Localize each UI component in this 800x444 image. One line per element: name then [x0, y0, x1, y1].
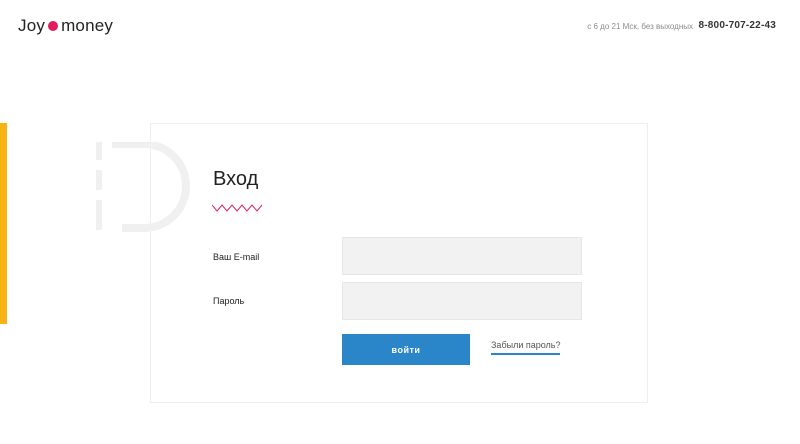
page-title: Вход	[213, 168, 259, 190]
email-label: Ваш E-mail	[213, 252, 260, 262]
accent-bar	[0, 123, 7, 324]
joymoney-logo[interactable]: Joy money	[18, 16, 113, 36]
forgot-password-link[interactable]: Забыли пароль?	[491, 340, 561, 355]
logo-dot-icon	[48, 21, 59, 31]
logo-text-left: Joy	[18, 16, 46, 35]
logo-text-right: money	[61, 16, 114, 35]
wave-decoration-icon	[212, 204, 262, 212]
phone-number[interactable]: 8-800-707-22-43	[699, 20, 777, 31]
password-label: Пароль	[213, 296, 245, 306]
password-field[interactable]	[342, 282, 582, 320]
login-button[interactable]: войти	[342, 334, 470, 365]
email-field[interactable]	[342, 237, 582, 275]
decorative-d-icon	[96, 142, 190, 232]
login-page: Joy money с 6 до 21 Мск, без выходных 8-8…	[0, 0, 800, 444]
working-hours: с 6 до 21 Мск, без выходных	[587, 22, 693, 31]
